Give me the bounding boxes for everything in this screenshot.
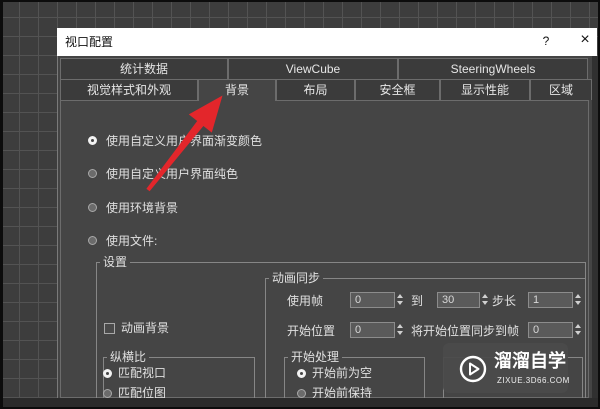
start-processing-group-title: 开始处理: [288, 350, 343, 364]
dialog-title: 视口配置: [65, 35, 114, 49]
radio-environment-label[interactable]: 使用环境背景: [106, 201, 178, 215]
animate-background-checkbox[interactable]: [104, 323, 115, 334]
tab-display-performance[interactable]: 显示性能: [440, 79, 530, 100]
window-right-edge: [592, 56, 600, 409]
start-position-input[interactable]: 0: [350, 322, 395, 338]
radio-match-viewport[interactable]: [103, 369, 112, 378]
spinner-up-icon[interactable]: [575, 324, 581, 328]
radio-blank-before-start-label[interactable]: 开始前为空: [312, 366, 372, 380]
start-position-spinner[interactable]: [395, 322, 405, 338]
sync-frame-spinner[interactable]: [573, 322, 583, 338]
step-spinner[interactable]: [573, 292, 583, 308]
spinner-up-icon[interactable]: [482, 294, 488, 298]
radio-ui-solid-label[interactable]: 使用自定义用户界面纯色: [106, 167, 238, 181]
tab-statistics[interactable]: 统计数据: [60, 58, 228, 79]
radio-use-file[interactable]: [88, 236, 97, 245]
tab-layout[interactable]: 布局: [276, 79, 355, 100]
watermark-name: 溜溜自学: [494, 351, 566, 371]
to-label: 到: [411, 294, 424, 308]
radio-ui-gradient-label[interactable]: 使用自定义用户界面渐变颜色: [106, 134, 262, 148]
anim-sync-group-title: 动画同步: [269, 271, 324, 285]
radio-ui-solid[interactable]: [88, 169, 97, 178]
radio-hold-before-start[interactable]: [297, 389, 306, 398]
spinner-up-icon[interactable]: [575, 294, 581, 298]
tab-visual-style[interactable]: 视觉样式和外观: [60, 79, 198, 100]
step-label: 步长: [492, 294, 517, 308]
tab-background[interactable]: 背景: [198, 79, 276, 101]
settings-group-title: 设置: [100, 255, 131, 269]
window-bottom-edge: [0, 398, 600, 409]
spinner-up-icon[interactable]: [397, 324, 403, 328]
dialog-title-bar[interactable]: [57, 28, 597, 56]
radio-ui-gradient[interactable]: [88, 136, 97, 145]
play-circle-icon: [459, 355, 487, 383]
radio-match-bitmap[interactable]: [103, 389, 112, 398]
spinner-down-icon[interactable]: [575, 331, 581, 335]
sync-frame-input[interactable]: 0: [528, 322, 573, 338]
spinner-down-icon[interactable]: [575, 301, 581, 305]
animate-background-label[interactable]: 动画背景: [121, 321, 169, 335]
radio-use-file-label[interactable]: 使用文件:: [106, 234, 157, 248]
use-frame-end-spinner[interactable]: [480, 292, 490, 308]
spinner-down-icon[interactable]: [397, 331, 403, 335]
help-button[interactable]: ?: [540, 34, 552, 48]
radio-environment[interactable]: [88, 203, 97, 212]
use-frame-start-spinner[interactable]: [395, 292, 405, 308]
tab-regions[interactable]: 区域: [530, 79, 592, 100]
sync-start-label: 将开始位置同步到帧: [411, 324, 520, 338]
close-button[interactable]: ×: [578, 31, 592, 49]
radio-blank-before-start[interactable]: [297, 369, 306, 378]
use-frame-start-input[interactable]: 0: [350, 292, 395, 308]
use-frame-label: 使用帧: [287, 294, 324, 308]
step-input[interactable]: 1: [528, 292, 573, 308]
tab-viewcube[interactable]: ViewCube: [228, 58, 398, 79]
tab-safe-frame[interactable]: 安全框: [355, 79, 440, 100]
tab-steeringwheels[interactable]: SteeringWheels: [398, 58, 588, 79]
start-position-label: 开始位置: [287, 324, 336, 338]
radio-match-viewport-label[interactable]: 匹配视口: [118, 366, 166, 380]
aspect-ratio-group-title: 纵横比: [107, 350, 150, 364]
screenshot-frame: 视口配置 ? × 统计数据 ViewCube SteeringWheels 视觉…: [0, 0, 600, 409]
watermark-url: ZIXUE.3D66.COM: [497, 376, 570, 385]
spinner-down-icon[interactable]: [482, 301, 488, 305]
spinner-up-icon[interactable]: [397, 294, 403, 298]
spinner-down-icon[interactable]: [397, 301, 403, 305]
use-frame-end-input[interactable]: 30: [437, 292, 480, 308]
